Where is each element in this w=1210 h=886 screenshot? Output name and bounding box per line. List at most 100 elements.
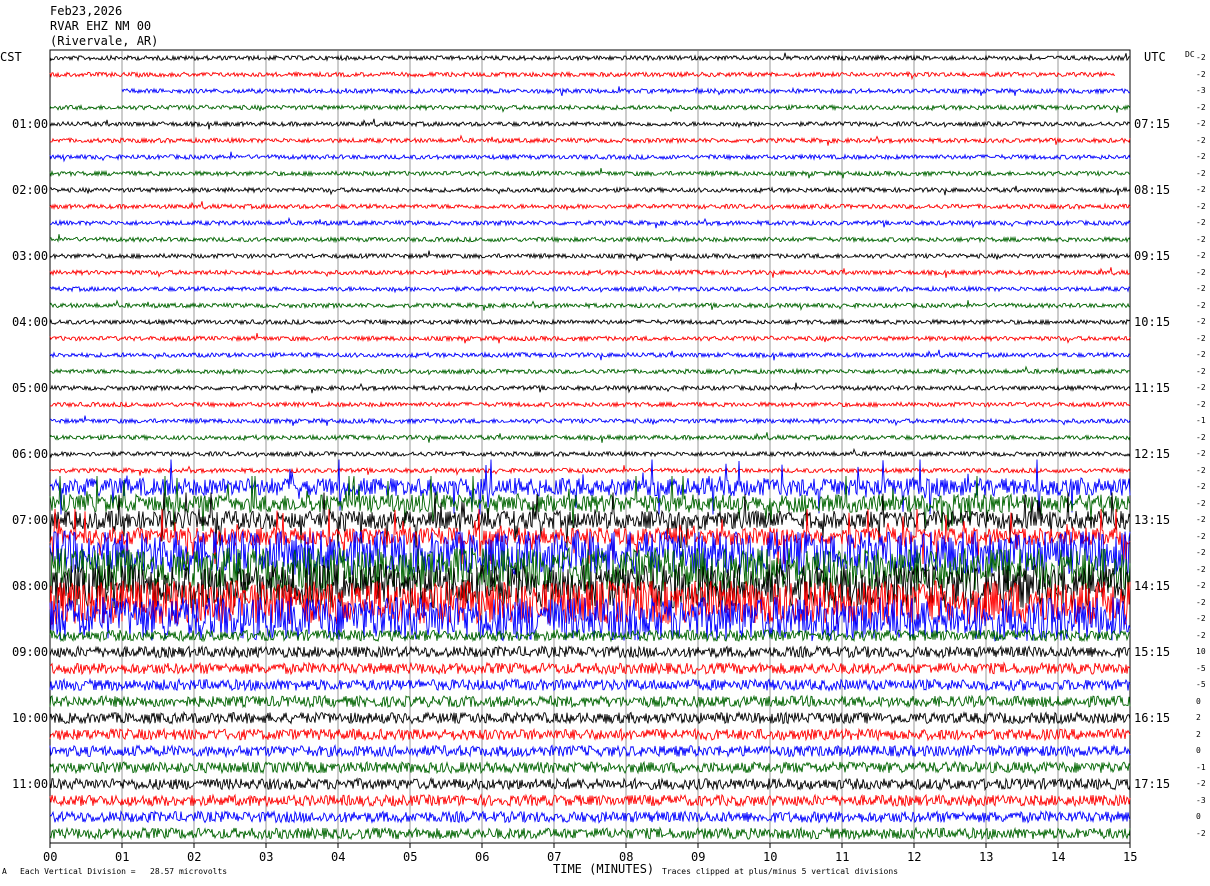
x-tick-label: 05 (403, 850, 418, 864)
right-hour-label: 10:15 (1134, 315, 1171, 329)
dc-offset-label: -2 (1196, 399, 1206, 409)
dc-offset-label: -2 (1196, 185, 1206, 194)
trace-row (49, 694, 1131, 709)
corner-mark: A (2, 867, 7, 876)
dc-offset-label: -2 (1196, 333, 1206, 343)
dc-offset-label: -2 (1196, 465, 1206, 475)
x-tick-label: 03 (259, 850, 274, 864)
trace-row (49, 447, 1131, 459)
trace-row (49, 118, 1131, 130)
dc-offset-label: -2 (1196, 498, 1206, 508)
dc-offset-label: 10 (1196, 647, 1206, 656)
dc-offset-label: -2 (1196, 779, 1206, 788)
dc-offset-label: -1 (1196, 762, 1206, 772)
x-tick-label: 10 (763, 850, 778, 864)
clip-note: Traces clipped at plus/minus 5 vertical … (662, 867, 899, 876)
trace-row (49, 826, 1131, 841)
dc-offset-label: -2 (1196, 548, 1206, 557)
dc-offset-label: -2 (1196, 515, 1206, 524)
left-hour-label: 03:00 (12, 249, 49, 263)
x-tick-label: 14 (1051, 850, 1066, 864)
trace-row (49, 415, 1131, 427)
x-tick-label: 15 (1123, 850, 1138, 864)
right-hour-label: 17:15 (1134, 777, 1171, 791)
left-hour-label: 11:00 (12, 777, 49, 791)
dc-offset-label: -2 (1196, 432, 1206, 442)
trace-row (49, 168, 1131, 179)
trace-row (49, 661, 1131, 676)
dc-offset-label: -2 (1196, 581, 1206, 590)
trace-row (49, 809, 1131, 824)
dc-offset-label: -2 (1196, 119, 1206, 128)
dc-offset-label: -2 (1196, 383, 1206, 392)
trace-row (49, 628, 1131, 643)
dc-offset-label: -2 (1196, 69, 1206, 79)
left-hour-label: 02:00 (12, 183, 49, 197)
dc-offset-label: -2 (1196, 135, 1206, 145)
right-hour-label: 11:15 (1134, 381, 1171, 395)
dc-offset-label: -2 (1196, 102, 1206, 112)
dc-offset-label: -2 (1196, 828, 1206, 838)
x-tick-label: 02 (187, 850, 202, 864)
dc-offset-label: -2 (1196, 234, 1206, 244)
dc-offset-label: -2 (1196, 449, 1206, 458)
dc-offset-label: -2 (1196, 350, 1206, 359)
left-hour-label: 06:00 (12, 447, 49, 461)
dc-offset-label: -2 (1196, 597, 1206, 607)
seismogram-plot (49, 49, 1131, 848)
dc-offset-label: -3 (1196, 86, 1206, 95)
trace-row (49, 349, 1131, 361)
dc-offset-label: 2 (1196, 713, 1201, 722)
dc-offset-label: -5 (1196, 680, 1206, 689)
right-hour-label: 14:15 (1134, 579, 1171, 593)
trace-row (49, 234, 1131, 244)
dc-offset-label: -2 (1196, 366, 1206, 376)
trace-row (49, 285, 1131, 294)
x-tick-label: 00 (43, 850, 58, 864)
right-hour-label: 16:15 (1134, 711, 1171, 725)
left-hour-label: 01:00 (12, 117, 49, 131)
dc-offset-label: -2 (1196, 564, 1206, 574)
trace-row (49, 365, 1131, 376)
trace-row (49, 644, 1131, 659)
left-hour-label: 05:00 (12, 381, 49, 395)
dc-offset-label: -3 (1196, 795, 1206, 805)
trace-row (49, 70, 1116, 81)
trace-row (49, 151, 1131, 163)
right-hour-label: 09:15 (1134, 249, 1171, 263)
dc-offset-label: -2 (1196, 531, 1206, 541)
dc-offset-label: -2 (1196, 614, 1206, 623)
dc-offset-label: -2 (1196, 482, 1206, 491)
left-hour-label: 09:00 (12, 645, 49, 659)
scale-note: Each Vertical Division = 28.57 microvolt… (20, 867, 228, 876)
trace-row (49, 267, 1131, 278)
dc-offset-label: -2 (1196, 201, 1206, 211)
dc-offset-label: -2 (1196, 317, 1206, 326)
trace-row (49, 432, 1131, 443)
x-tick-label: 09 (691, 850, 706, 864)
trace-row (49, 299, 1131, 311)
dc-offset-label: -2 (1196, 300, 1206, 310)
trace-row (49, 52, 1131, 62)
left-hour-label: 07:00 (12, 513, 49, 527)
x-tick-label: 06 (475, 850, 490, 864)
dc-offset-label: 0 (1196, 696, 1201, 706)
dc-offset-label: -2 (1196, 152, 1206, 161)
trace-row (49, 743, 1131, 759)
left-hour-label: 04:00 (12, 315, 49, 329)
plot-frame (49, 49, 1131, 844)
trace-row (49, 201, 1131, 211)
x-tick-label: 13 (979, 850, 994, 864)
dc-offset-label: -2 (1196, 284, 1206, 293)
trace-row (49, 134, 1131, 146)
right-hour-label: 12:15 (1134, 447, 1171, 461)
trace-row (49, 216, 1131, 229)
trace-row (49, 318, 1131, 326)
trace-row (49, 382, 1131, 394)
right-hour-label: 08:15 (1134, 183, 1171, 197)
trace-row (49, 400, 1131, 409)
x-tick-label: 12 (907, 850, 922, 864)
trace-row (49, 677, 1131, 692)
dc-offset-label: -2 (1196, 251, 1206, 260)
x-tick-label: 04 (331, 850, 346, 864)
